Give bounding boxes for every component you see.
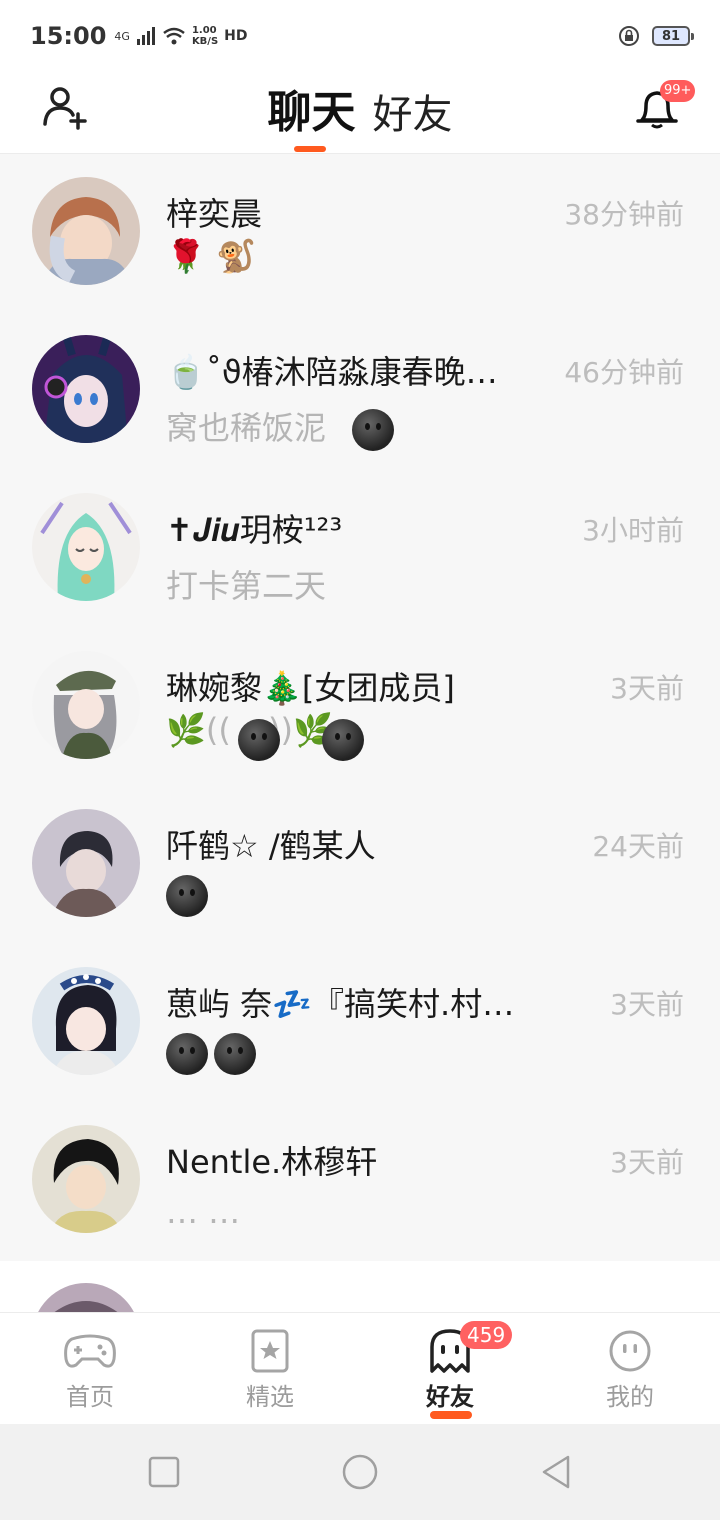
chat-row[interactable]: Nentle.林穆轩 3天前 … … [0,1103,720,1261]
hd-indicator: HD [224,28,248,44]
friends-badge: 459 [460,1321,513,1349]
chat-time: 3天前 [610,1146,684,1179]
chat-preview-text: 打卡第二天 [166,567,327,605]
chat-row[interactable]: 阡鹤☆ /鹤某人 24天前 [0,787,720,945]
chat-time: 38分钟前 [564,198,684,231]
dark-moon-emoji-icon [166,875,208,917]
recents-icon[interactable] [146,1454,182,1490]
chat-preview: 🌹 🐒 [166,237,256,275]
nav-label: 好友 [426,1383,474,1411]
chat-name: 琳婉黎🎄[女团成员] [166,669,455,707]
chat-time: 24天前 [592,830,684,863]
chat-preview-text: … … [166,1193,241,1231]
chat-name: 梓奕晨 [166,195,263,233]
network-type: 4G [114,29,130,43]
avatar[interactable] [32,177,140,285]
chat-preview-text: 窝也稀饭泥 [166,409,327,447]
avatar[interactable] [32,335,140,443]
network-indicator: 4G 1.00 KB/S HD [114,25,247,47]
nav-mine[interactable]: 我的 [540,1313,720,1424]
chat-preview: 窝也稀饭泥 [166,403,646,451]
chat-row[interactable]: 葸屿 奈💤『搞笑村.村… 3天前 [0,945,720,1103]
header: 聊天 好友 99+ [0,72,720,154]
face-icon [609,1330,651,1372]
net-speed-value: 1.00 [191,25,217,36]
screen: 15:00 4G 1.00 KB/S HD 81 聊天 好友 99+ 梓奕晨 3… [0,0,720,1520]
chat-row[interactable] [0,1261,720,1312]
avatar[interactable] [32,493,140,601]
chat-row[interactable]: 梓奕晨 38分钟前 🌹 🐒 [0,155,720,313]
status-right: 81 [618,25,694,47]
signal-icon [136,27,155,45]
tab-bar: 聊天 好友 [0,76,720,140]
avatar[interactable] [32,651,140,759]
dark-moon-emoji-icon [238,719,280,761]
home-circle-icon[interactable] [342,1454,378,1490]
active-tab-indicator [294,146,326,152]
chat-list[interactable]: 梓奕晨 38分钟前 🌹 🐒 🍵˚ϑ椿沐陪淼康春晚… 46分钟前 窝也稀饭泥 ✝𝑱… [0,155,720,1312]
active-nav-indicator [430,1411,472,1419]
net-speed: 1.00 KB/S [192,25,218,47]
chat-name: 🍵˚ϑ椿沐陪淼康春晚… [166,353,498,391]
nav-friends[interactable]: 459 好友 [360,1313,540,1424]
nav-label: 我的 [606,1383,654,1411]
avatar[interactable] [32,967,140,1075]
system-nav-bar [0,1424,720,1520]
dark-moon-emoji-icon [352,409,395,451]
chat-time: 3天前 [610,988,684,1021]
chat-name: 葸屿 奈💤『搞笑村.村… [166,985,515,1023]
nav-label: 首页 [66,1383,114,1411]
chat-row[interactable]: 琳婉黎🎄[女团成员] 3天前 🌿(( ₋ ))🌿 [0,629,720,787]
gamepad-icon [64,1334,116,1368]
chat-name: 阡鹤☆ /鹤某人 [166,827,376,865]
back-triangle-icon[interactable] [538,1454,574,1490]
chat-time: 3小时前 [582,514,684,547]
avatar[interactable] [32,1283,140,1312]
status-bar: 15:00 4G 1.00 KB/S HD 81 [0,0,720,72]
dark-moon-emoji-icon [166,1033,208,1075]
chat-time: 46分钟前 [564,356,684,389]
notification-badge: 99+ [660,80,696,102]
status-time: 15:00 [30,22,107,50]
nav-featured[interactable]: 精选 [180,1313,360,1424]
chat-row[interactable]: ✝𝑱𝒊𝒖玥桉¹²³ 3小时前 打卡第二天 [0,471,720,629]
chat-time: 3天前 [610,672,684,705]
chat-preview-emoji: 🌹 🐒 [166,237,256,275]
chat-name: ✝𝑱𝒊𝒖玥桉¹²³ [166,511,343,549]
chat-name: Nentle.林穆轩 [166,1143,378,1181]
wifi-icon [163,27,185,45]
nav-home[interactable]: 首页 [0,1313,180,1424]
bottom-nav: 首页 精选 459 好友 我的 [0,1312,720,1424]
star-card-icon [251,1329,289,1373]
net-speed-unit: KB/S [191,36,219,47]
tab-chat[interactable]: 聊天 [267,76,355,140]
rotation-lock-icon [619,26,639,46]
dark-moon-emoji-icon [322,719,364,761]
chat-row[interactable]: 🍵˚ϑ椿沐陪淼康春晚… 46分钟前 窝也稀饭泥 [0,313,720,471]
avatar[interactable] [32,809,140,917]
dark-moon-emoji-icon [214,1033,256,1075]
battery-indicator: 81 [652,26,694,46]
avatar[interactable] [32,1125,140,1233]
nav-label: 精选 [246,1383,294,1411]
tab-friends[interactable]: 好友 [373,82,453,140]
